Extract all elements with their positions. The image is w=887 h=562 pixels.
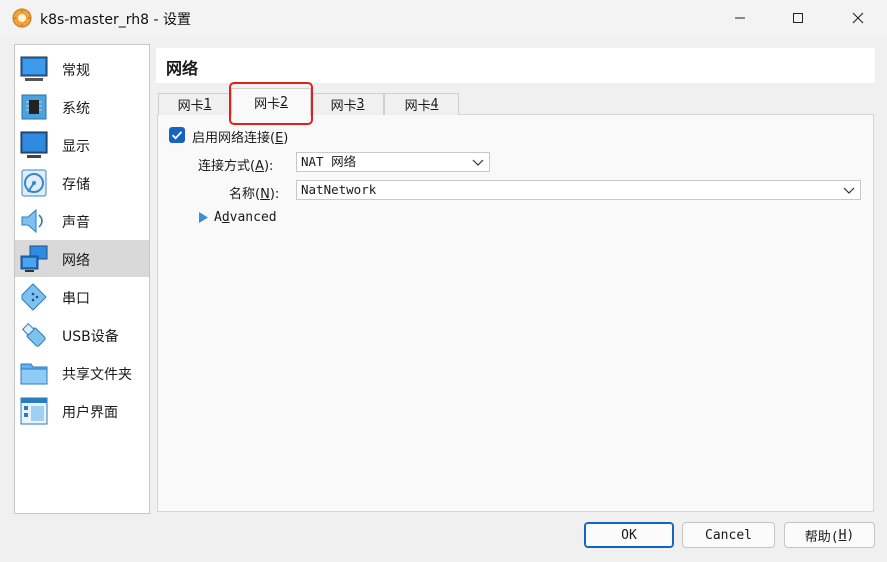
button-label: OK — [621, 527, 637, 543]
sidebar-item-shared-folders[interactable]: 共享文件夹 — [15, 354, 149, 391]
window-title: k8s-master_rh8 - 设置 — [40, 12, 191, 28]
sidebar-item-general[interactable]: 常规 — [15, 50, 149, 87]
chevron-down-icon — [472, 159, 484, 166]
general-icon — [20, 56, 48, 81]
attached-to-select[interactable]: NAT 网络 — [296, 152, 490, 172]
tab-label: 网卡 — [177, 99, 204, 114]
label-text: ) — [283, 131, 289, 146]
chip-icon — [21, 94, 47, 120]
user-interface-icon — [20, 397, 48, 425]
sidebar-item-label: 声音 — [62, 215, 90, 231]
label-text: 启用网络连接( — [192, 131, 276, 146]
tab-highlight-annotation — [229, 82, 313, 125]
sidebar-item-storage[interactable]: 存储 — [15, 164, 149, 201]
sidebar-item-label: 用户界面 — [62, 405, 118, 421]
button-label: Cancel — [705, 527, 752, 543]
sidebar-item-label: USB设备 — [62, 329, 119, 345]
enable-adapter-checkbox[interactable] — [169, 127, 185, 143]
tab-shortcut: 3 — [356, 97, 365, 112]
monitor-icon — [20, 131, 48, 158]
network-icon — [20, 245, 48, 272]
network-name-select[interactable]: NatNetwork — [296, 180, 861, 200]
close-button[interactable] — [829, 0, 887, 36]
network-name-value: NatNetwork — [301, 182, 377, 197]
maximize-button[interactable] — [769, 0, 827, 36]
sidebar-item-label: 网络 — [62, 253, 90, 269]
tab-shortcut: 4 — [430, 97, 439, 112]
settings-sidebar: 常规 系统 显示 存储 声音 网络 串口 USB设备 共享文件夹 用户界面 — [14, 44, 150, 514]
label-text: 名称( — [229, 187, 261, 202]
attached-to-label: 连接方式(A): — [198, 155, 273, 174]
sidebar-item-display[interactable]: 显示 — [15, 126, 149, 163]
ok-button[interactable]: OK — [584, 522, 674, 548]
sidebar-item-label: 串口 — [62, 291, 90, 307]
tab-shortcut: 1 — [203, 97, 212, 112]
name-label: 名称(N): — [229, 183, 279, 202]
maximize-icon — [793, 13, 803, 23]
virtualbox-icon — [12, 8, 32, 28]
button-label: ) — [846, 527, 855, 543]
label-shortcut: A — [255, 159, 264, 174]
sidebar-item-label: 共享文件夹 — [62, 367, 132, 383]
sidebar-item-system[interactable]: 系统 — [15, 88, 149, 125]
enable-adapter-label[interactable]: 启用网络连接(E) — [192, 127, 288, 146]
label-text: ): — [263, 159, 274, 174]
label-text: vanced — [229, 210, 277, 225]
label-text: A — [214, 210, 222, 225]
speaker-icon — [21, 208, 43, 234]
label-text: ): — [269, 187, 280, 202]
disk-icon — [21, 169, 47, 197]
minimize-button[interactable] — [711, 0, 769, 36]
page-title: 网络 — [166, 59, 199, 78]
tab-adapter-4[interactable]: 网卡 4 — [384, 93, 459, 115]
sidebar-item-label: 常规 — [62, 63, 90, 79]
close-icon — [852, 12, 864, 24]
section-header: 网络 — [156, 48, 875, 83]
sidebar-item-label: 系统 — [62, 101, 90, 117]
minimize-icon — [735, 17, 745, 19]
title-bar: k8s-master_rh8 - 设置 — [0, 0, 887, 36]
tab-adapter-1[interactable]: 网卡 1 — [158, 93, 231, 115]
sidebar-item-audio[interactable]: 声音 — [15, 202, 149, 239]
button-label: 帮助( — [804, 529, 839, 545]
tab-label: 网卡 — [330, 99, 357, 114]
sidebar-item-user-interface[interactable]: 用户界面 — [15, 392, 149, 429]
sidebar-item-serial-ports[interactable]: 串口 — [15, 278, 149, 315]
tab-adapter-3[interactable]: 网卡 3 — [311, 93, 384, 115]
usb-icon — [21, 322, 46, 347]
sidebar-item-label: 显示 — [62, 139, 90, 155]
label-text: 连接方式( — [198, 159, 256, 174]
expand-arrow-icon[interactable] — [199, 212, 208, 223]
sidebar-item-usb[interactable]: USB设备 — [15, 316, 149, 353]
button-shortcut: H — [838, 527, 847, 543]
cancel-button[interactable]: Cancel — [682, 522, 775, 548]
help-button[interactable]: 帮助(H) — [784, 522, 875, 548]
label-shortcut: N — [260, 187, 270, 202]
sidebar-item-label: 存储 — [62, 177, 90, 193]
checkmark-icon — [171, 131, 183, 140]
tab-label: 网卡 — [404, 99, 431, 114]
advanced-toggle[interactable]: Advanced — [214, 210, 277, 225]
label-shortcut: d — [221, 210, 230, 225]
sidebar-item-network[interactable]: 网络 — [15, 240, 149, 277]
chevron-down-icon — [843, 187, 855, 194]
attached-to-value: NAT 网络 — [301, 154, 357, 169]
serial-port-icon — [21, 283, 47, 311]
folder-icon — [20, 363, 48, 385]
